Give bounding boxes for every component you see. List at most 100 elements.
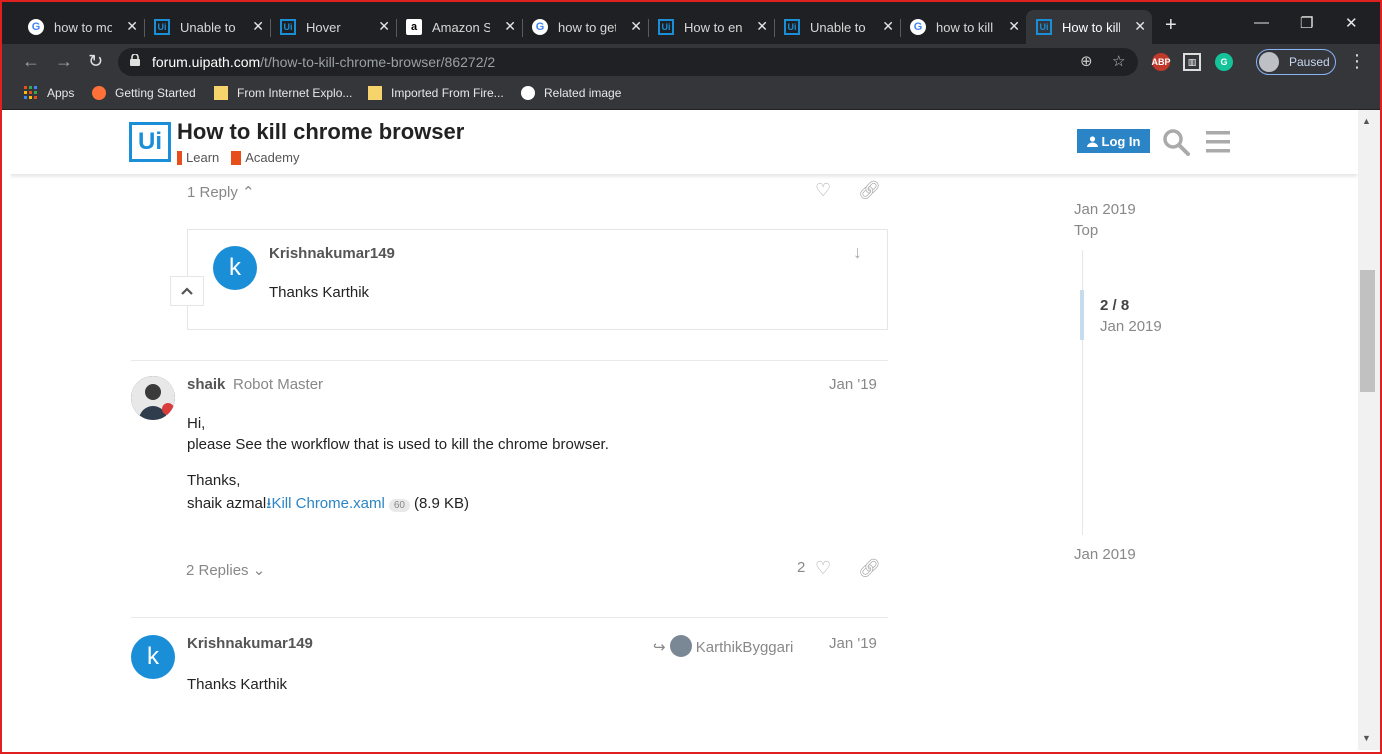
restore-icon[interactable]: ❐ xyxy=(1300,14,1313,32)
hamburger-menu-icon[interactable] xyxy=(1206,131,1230,153)
timeline-position: 2 / 8 xyxy=(1100,297,1130,314)
tab-strip: G how to mo ✕ Ui Unable to c ✕ Ui Hover … xyxy=(2,2,1380,44)
post-text: please See the workflow that is used to … xyxy=(187,436,609,453)
category-learn[interactable]: Learn xyxy=(177,150,219,165)
tab-active[interactable]: Ui How to kill ✕ xyxy=(1026,10,1152,44)
post-divider xyxy=(131,360,888,361)
close-icon[interactable]: ✕ xyxy=(1134,18,1146,35)
topic-title[interactable]: How to kill chrome browser xyxy=(177,119,464,145)
forward-icon[interactable]: → xyxy=(55,51,73,72)
close-icon[interactable]: ✕ xyxy=(504,18,516,35)
login-button[interactable]: Log In xyxy=(1077,129,1150,153)
like-heart-icon[interactable]: ♡ xyxy=(815,558,831,579)
category-academy[interactable]: Academy xyxy=(231,150,299,165)
post-stream: 1 Reply ⌃ ♡ 🔗︎ k Krishnakumar149 Thanks … xyxy=(10,110,1358,750)
tab[interactable]: G how to kill ✕ xyxy=(900,10,1026,44)
address-bar[interactable]: forum.uipath.com/t/how-to-kill-chrome-br… xyxy=(118,48,1138,76)
bookmark-apps[interactable]: Apps xyxy=(24,86,74,100)
back-icon[interactable]: ← xyxy=(22,51,40,72)
bookmark-folder[interactable]: Imported From Fire... xyxy=(368,86,504,100)
post-attachment-line: shaik azmal⭳Kill Chrome.xaml 60 (8.9 KB) xyxy=(187,495,469,512)
user-icon xyxy=(1086,135,1098,147)
tab[interactable]: G how to mo ✕ xyxy=(18,10,145,44)
minimize-icon[interactable]: — xyxy=(1254,14,1269,31)
scroll-up-icon[interactable]: ▲ xyxy=(1362,116,1371,126)
reply-to-user[interactable]: ↪ KarthikByggari xyxy=(653,635,793,657)
avatar[interactable]: k xyxy=(131,635,175,679)
grammarly-icon[interactable]: G xyxy=(1215,53,1233,71)
bookmark-related-image[interactable]: Related image xyxy=(521,86,621,100)
close-icon[interactable]: ✕ xyxy=(378,18,390,35)
tab[interactable]: Ui Hover ✕ xyxy=(270,10,397,44)
search-icon[interactable] xyxy=(1162,128,1190,156)
bookmark-getting-started[interactable]: Getting Started xyxy=(92,86,196,100)
username[interactable]: Krishnakumar149 xyxy=(187,635,313,652)
tab[interactable]: Ui Unable to f ✕ xyxy=(774,10,901,44)
avatar[interactable]: k xyxy=(213,246,257,290)
page-content: Ui How to kill chrome browser Learn Acad… xyxy=(10,110,1358,750)
uipath-icon: Ui xyxy=(154,19,170,35)
share-link-icon[interactable]: 🔗︎ xyxy=(858,180,881,201)
post-date[interactable]: Jan '19 xyxy=(829,376,877,393)
collapse-up-button[interactable] xyxy=(170,276,204,306)
new-tab-icon[interactable]: + xyxy=(1165,14,1177,37)
bookmark-folder[interactable]: From Internet Explo... xyxy=(214,86,352,100)
post-date[interactable]: Jan '19 xyxy=(829,635,877,652)
menu-icon[interactable]: ⋮ xyxy=(1348,51,1366,72)
arrow-down-icon[interactable]: ↓ xyxy=(853,242,862,263)
add-icon[interactable]: ⊕ xyxy=(1080,52,1093,70)
scrollbar-thumb[interactable] xyxy=(1360,270,1375,392)
user-title: Robot Master xyxy=(233,376,324,393)
timeline-end-date[interactable]: Jan 2019 xyxy=(1074,546,1136,563)
category-list: Learn Academy xyxy=(177,150,311,165)
reader-icon[interactable]: ▥ xyxy=(1183,53,1201,71)
star-icon[interactable]: ☆ xyxy=(1112,52,1125,70)
reload-icon[interactable]: ↻ xyxy=(88,51,103,72)
google-icon xyxy=(521,86,535,100)
adblock-icon[interactable]: ABP xyxy=(1152,53,1171,71)
chevron-down-icon: ⌄ xyxy=(252,562,266,579)
tab[interactable]: Ui Unable to c ✕ xyxy=(144,10,271,44)
close-icon[interactable]: ✕ xyxy=(126,18,138,35)
attachment-link[interactable]: Kill Chrome.xaml xyxy=(271,495,384,512)
like-count[interactable]: 2 xyxy=(797,559,805,576)
firefox-icon xyxy=(92,86,106,100)
timeline-top-link[interactable]: Top xyxy=(1074,222,1098,239)
username[interactable]: Krishnakumar149 xyxy=(269,245,395,262)
tab[interactable]: G how to get ✕ xyxy=(522,10,649,44)
site-header: Ui How to kill chrome browser Learn Acad… xyxy=(10,110,1358,174)
folder-icon xyxy=(214,86,228,100)
scroll-down-icon[interactable]: ▼ xyxy=(1362,733,1371,743)
close-icon[interactable]: ✕ xyxy=(882,18,894,35)
profile-button[interactable]: Paused xyxy=(1256,49,1336,75)
timeline-handle[interactable] xyxy=(1080,290,1084,340)
google-icon: G xyxy=(532,19,548,35)
like-heart-icon[interactable]: ♡ xyxy=(815,180,831,201)
timeline-start-date[interactable]: Jan 2019 xyxy=(1074,201,1136,218)
share-link-icon[interactable]: 🔗︎ xyxy=(858,558,881,579)
page-scrollbar[interactable] xyxy=(1358,110,1380,750)
post-text: Thanks, xyxy=(187,472,241,489)
browser-toolbar: ← → ↻ forum.uipath.com/t/how-to-kill-chr… xyxy=(2,44,1380,80)
avatar xyxy=(669,635,692,657)
avatar[interactable] xyxy=(131,376,175,420)
show-replies-button[interactable]: 1 Reply ⌃ xyxy=(187,183,255,201)
show-replies-button[interactable]: 2 Replies ⌄ xyxy=(186,561,265,579)
uipath-logo[interactable]: Ui xyxy=(129,122,171,162)
file-size: (8.9 KB) xyxy=(413,495,469,512)
close-icon[interactable]: ✕ xyxy=(252,18,264,35)
window-close-icon[interactable]: ✕ xyxy=(1345,14,1358,32)
username[interactable]: shaik xyxy=(187,376,225,393)
google-icon: G xyxy=(28,19,44,35)
close-icon[interactable]: ✕ xyxy=(756,18,768,35)
google-icon: G xyxy=(910,19,926,35)
chevron-up-icon xyxy=(181,287,193,295)
close-icon[interactable]: ✕ xyxy=(1008,18,1020,35)
close-icon[interactable]: ✕ xyxy=(630,18,642,35)
bookmarks-bar: Apps Getting Started From Internet Explo… xyxy=(2,80,1380,110)
tab[interactable]: a Amazon Sig ✕ xyxy=(396,10,523,44)
tab[interactable]: Ui How to ent ✕ xyxy=(648,10,775,44)
uipath-icon: Ui xyxy=(1036,19,1052,35)
post-text: Thanks Karthik xyxy=(187,676,288,693)
uipath-icon: Ui xyxy=(280,19,296,35)
